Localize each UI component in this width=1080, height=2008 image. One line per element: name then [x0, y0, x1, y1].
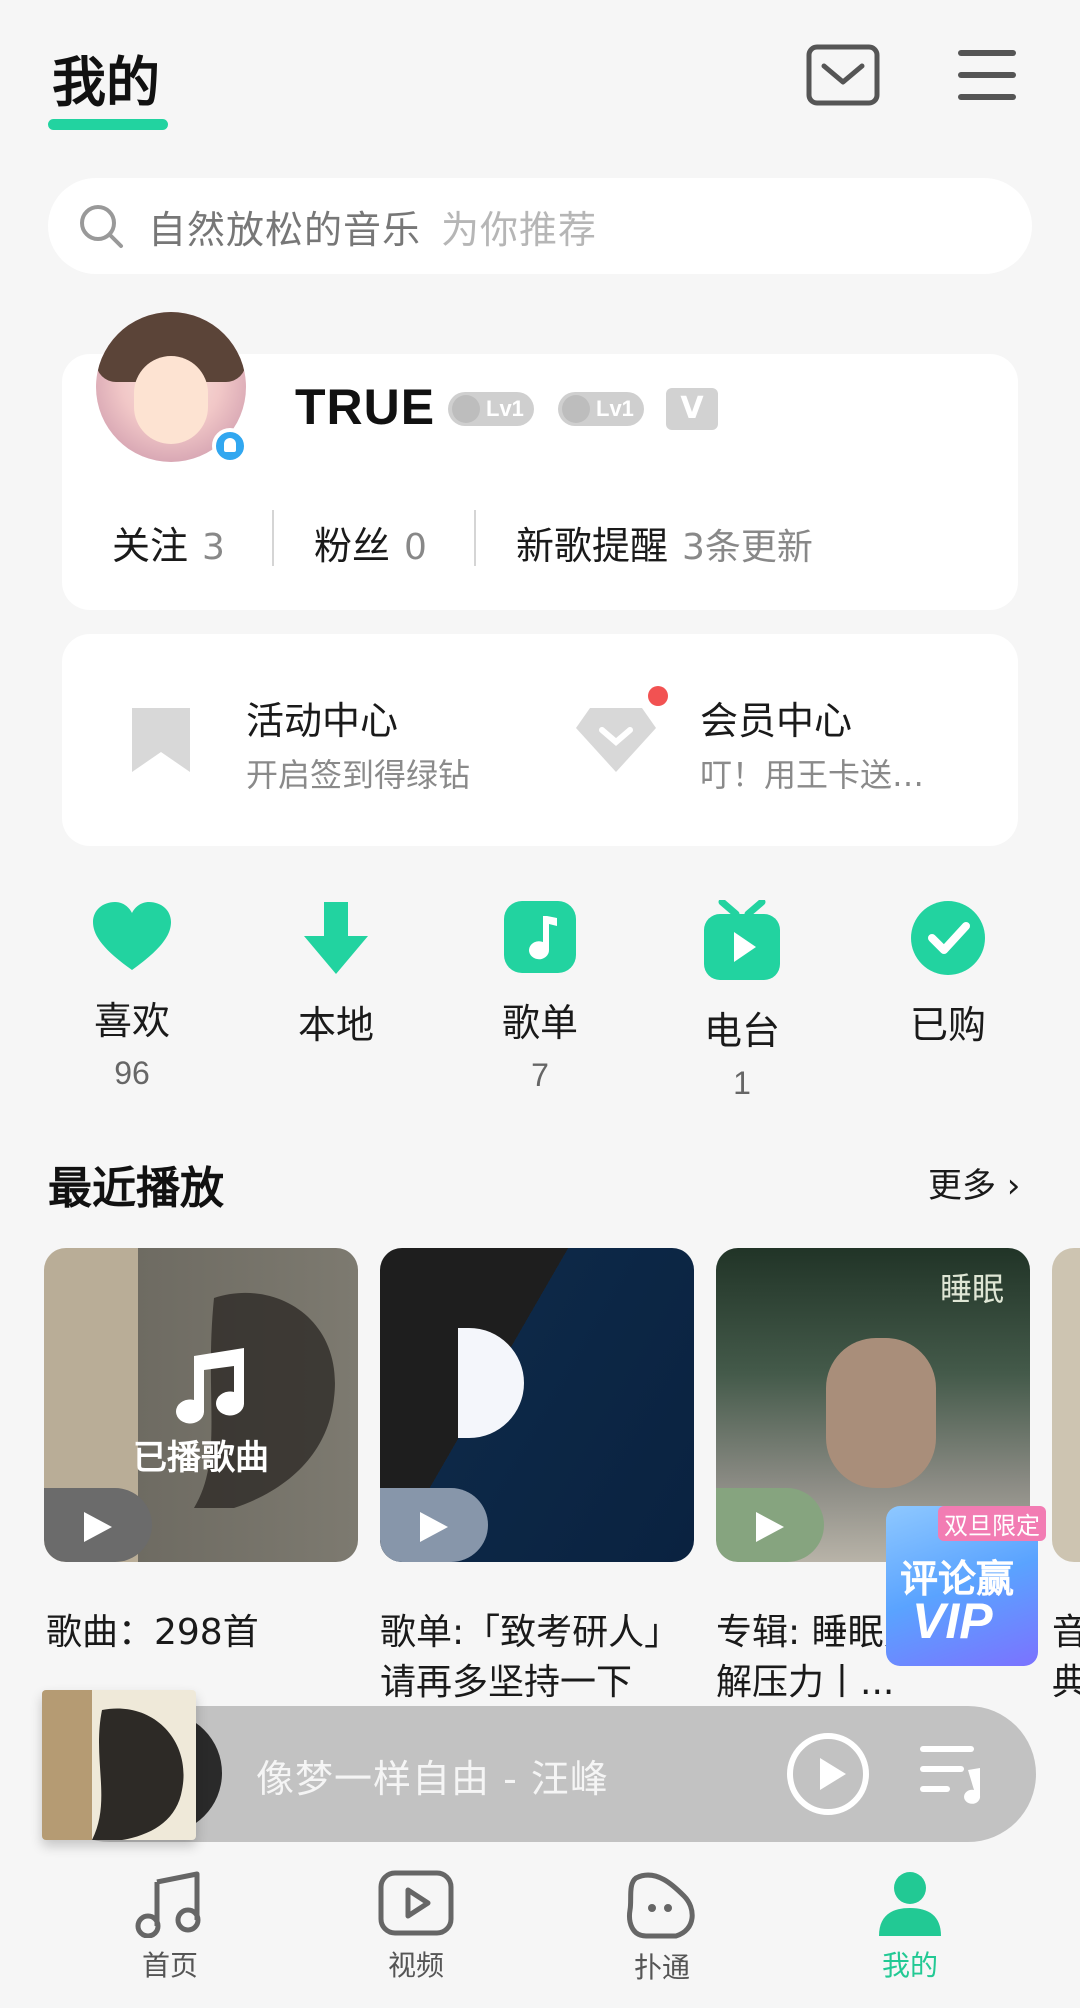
- bookmark-icon: [128, 704, 194, 780]
- page: 我的 自然放松的音乐 为你推荐 TRUE Lv1 Lv1 V 关注 3 粉丝 0…: [0, 0, 1080, 2008]
- follow-stat[interactable]: 关注 3: [112, 515, 225, 570]
- activity-card: [62, 634, 1018, 846]
- notification-dot: [648, 686, 668, 706]
- play-icon[interactable]: [380, 1488, 488, 1562]
- player-song-title[interactable]: 像梦一样自由 - 汪峰: [256, 1748, 609, 1803]
- music-note-icon: [135, 1871, 201, 1938]
- level-badge-lightning[interactable]: Lv1: [448, 392, 534, 426]
- divider: [272, 510, 274, 566]
- fans-stat[interactable]: 粉丝 0: [314, 515, 427, 570]
- diamond-icon: [574, 704, 658, 778]
- recent-title: 最近播放: [48, 1163, 224, 1214]
- radio-icon: [704, 900, 780, 980]
- tile-overlay: 睡眠: [940, 1270, 1005, 1308]
- player-cover[interactable]: [42, 1690, 196, 1840]
- vip-badge-icon[interactable]: V: [666, 388, 718, 430]
- new-song-alert[interactable]: 新歌提醒 3条更新: [516, 515, 813, 570]
- lightning-icon: [452, 395, 480, 423]
- promo-tag: 双旦限定: [938, 1506, 1046, 1541]
- music-note-icon: [176, 1348, 244, 1424]
- disc-icon: [562, 395, 590, 423]
- search-hint: 为你推荐: [441, 207, 598, 252]
- search-query: 自然放松的音乐: [148, 207, 422, 252]
- more-link[interactable]: 更多 ›: [928, 1158, 1020, 1207]
- tile-caption[interactable]: 音典: [1052, 1608, 1080, 1716]
- play-pause-icon[interactable]: [786, 1732, 870, 1820]
- playlist-icon: [504, 901, 576, 973]
- quick-local[interactable]: 本地: [276, 900, 396, 1059]
- divider: [474, 510, 476, 566]
- nav-putong[interactable]: 扑通: [582, 1870, 742, 1986]
- promo-line2: VIP: [912, 1593, 993, 1649]
- download-icon: [304, 902, 368, 974]
- nav-home[interactable]: 首页: [90, 1870, 250, 1984]
- quick-purchased[interactable]: 已购: [888, 900, 1008, 1059]
- play-icon[interactable]: [716, 1488, 824, 1562]
- username[interactable]: TRUE: [295, 378, 435, 436]
- recent-tile-partial[interactable]: [1052, 1248, 1080, 1562]
- member-center-title[interactable]: 会员中心: [700, 690, 852, 745]
- purchased-icon: [911, 901, 985, 975]
- tab-underline: [48, 119, 168, 130]
- quick-favorites[interactable]: 喜欢 96: [72, 900, 192, 1092]
- level-badge-music[interactable]: Lv1: [558, 392, 644, 426]
- playlist-queue-icon[interactable]: [918, 1740, 984, 1812]
- chevron-right-icon: ›: [996, 1166, 1021, 1206]
- mail-icon[interactable]: [806, 44, 880, 106]
- event-center-title[interactable]: 活动中心: [246, 690, 398, 745]
- video-icon: [378, 1870, 454, 1936]
- member-center-sub[interactable]: 叮！用王卡送…: [700, 750, 924, 796]
- putong-icon: [627, 1872, 695, 1939]
- heart-icon: [93, 902, 171, 970]
- nav-video[interactable]: 视频: [336, 1870, 496, 1984]
- tile-overlay: 已播歌曲: [133, 1438, 269, 1478]
- menu-icon[interactable]: [954, 46, 1020, 104]
- search-input[interactable]: 自然放松的音乐 为你推荐: [48, 178, 1032, 274]
- tile-caption[interactable]: 歌单:「致考研人」请再多坚持一下: [380, 1608, 694, 1716]
- recent-tile-songs[interactable]: 已播歌曲: [44, 1248, 358, 1562]
- play-icon[interactable]: [44, 1488, 152, 1562]
- quick-playlists[interactable]: 歌单 7: [480, 900, 600, 1094]
- search-icon: [78, 203, 124, 249]
- qq-badge-icon: [212, 428, 248, 464]
- nav-profile[interactable]: 我的: [830, 1870, 990, 1984]
- page-title[interactable]: 我的: [52, 38, 160, 117]
- quick-radio[interactable]: 电台 1: [682, 900, 802, 1102]
- event-center-sub[interactable]: 开启签到得绿钻: [246, 750, 470, 796]
- recent-tile-playlist[interactable]: [380, 1248, 694, 1562]
- profile-icon: [879, 1872, 941, 1936]
